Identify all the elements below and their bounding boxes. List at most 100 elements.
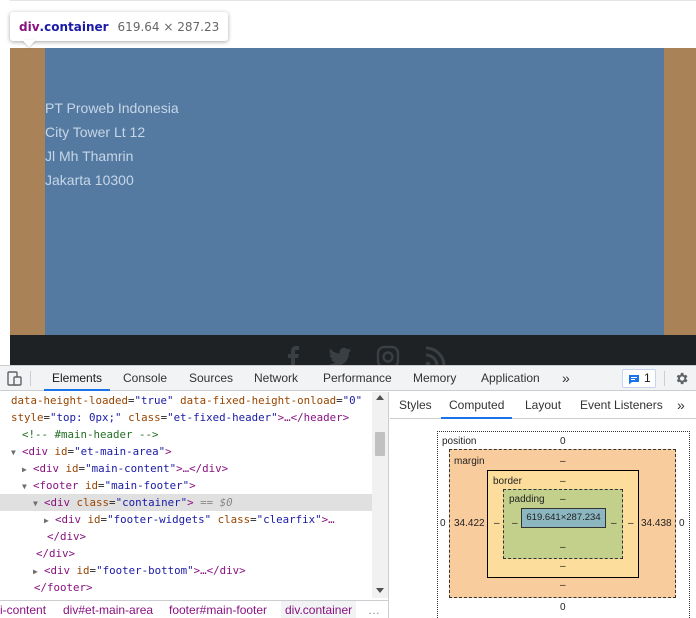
attr-value: "footer-widgets" [107, 513, 212, 526]
code-line-1[interactable]: data-height-loaded="true" data-fixed-hei… [0, 392, 372, 409]
attr-name: class [76, 496, 110, 509]
devtools-panel: Elements Console Sources Network Perform… [0, 365, 696, 618]
box-model-content[interactable]: 619.641×287.234 [521, 508, 606, 528]
settings-gear-icon[interactable] [674, 371, 689, 386]
footer-bottom [10, 335, 696, 365]
tag-close: >…</div> [176, 462, 229, 475]
attr-value: "et-fixed-header" [167, 411, 278, 424]
expand-triangle-icon[interactable]: ▼ [11, 444, 22, 460]
position-label: position [442, 436, 477, 447]
tag-close: >… [321, 513, 335, 526]
scroll-down-arrow-icon[interactable] [376, 588, 384, 593]
address-city: Jakarta 10300 [45, 172, 134, 188]
code-line-2[interactable]: style="top: 0px;" class="et-fixed-header… [0, 409, 372, 426]
padding-bottom-value[interactable]: – [560, 542, 566, 553]
tab-application[interactable]: Application [481, 366, 540, 391]
collapsed-triangle-icon[interactable]: ▶ [44, 512, 55, 528]
attr-value: "et-main-area" [74, 445, 166, 458]
breadcrumb-main-footer[interactable]: footer#main-footer [169, 601, 267, 618]
padding-left-value[interactable]: – [512, 518, 518, 529]
code-line-main-content[interactable]: ▶ <div id="main-content">…</div> [0, 460, 372, 477]
padding-label: padding [509, 494, 545, 505]
breadcrumb: i-content div#et-main-area footer#main-f… [0, 600, 388, 618]
attr-name: class [128, 411, 161, 424]
margin-bottom-value[interactable]: – [560, 580, 566, 591]
border-bottom-value[interactable]: – [560, 561, 566, 572]
padding-top-value[interactable]: – [560, 494, 566, 505]
tab-network[interactable]: Network [254, 366, 298, 391]
tooltip-class: .container [39, 19, 109, 34]
element-tooltip: div .container 619.64 × 287.23 [10, 12, 229, 41]
footer-margin-right [664, 48, 696, 335]
tag-close: </div> [36, 547, 76, 560]
breadcrumb-main-content[interactable]: i-content [0, 601, 46, 618]
position-bottom-value[interactable]: 0 [560, 602, 566, 613]
tab-sources[interactable]: Sources [189, 366, 233, 391]
breadcrumb-container[interactable]: div.container [281, 601, 357, 618]
footer-container-highlight: PT Proweb Indonesia City Tower Lt 12 Jl … [45, 48, 664, 335]
tooltip-tag: div [19, 19, 40, 34]
expand-triangle-icon[interactable]: ▼ [22, 478, 33, 494]
collapsed-triangle-icon[interactable]: ▶ [33, 563, 44, 579]
attr-name: id [54, 445, 68, 458]
border-top-value[interactable]: – [560, 476, 566, 487]
expand-triangle-icon[interactable]: ▼ [33, 495, 44, 511]
attr-name: id [87, 513, 101, 526]
code-line-close-div[interactable]: </div> [0, 545, 372, 562]
tooltip-size: 619.64 × 287.23 [117, 19, 220, 34]
code-line-main-area[interactable]: ▼ <div id="et-main-area"> [0, 443, 372, 460]
attr-name: id [76, 564, 90, 577]
sidebar-more-tabs-button[interactable]: » [677, 392, 685, 419]
address-building: City Tower Lt 12 [45, 124, 146, 140]
position-left-value[interactable]: 0 [440, 518, 446, 529]
attr-value: "main-content" [85, 462, 177, 475]
tag-open: <div [55, 513, 82, 526]
more-tabs-button[interactable]: » [562, 366, 570, 391]
attr-name: data-height-loaded [11, 394, 129, 407]
border-right-value[interactable]: – [628, 518, 634, 529]
tag-open: <div [44, 564, 71, 577]
position-top-value[interactable]: 0 [560, 436, 566, 447]
scroll-up-arrow-icon[interactable] [376, 395, 384, 400]
tab-layout[interactable]: Layout [525, 392, 561, 419]
code-line-container-selected[interactable]: ▼ <div class="container"> == $0 [0, 494, 372, 511]
tab-styles[interactable]: Styles [399, 392, 432, 419]
code-line-close-footer[interactable]: </footer> [0, 579, 372, 596]
rss-icon[interactable] [423, 345, 447, 365]
margin-left-value[interactable]: 34.422 [454, 518, 485, 529]
attr-value: "0" [342, 394, 363, 407]
margin-top-value[interactable]: – [560, 456, 566, 467]
device-toggle-icon[interactable] [7, 371, 23, 386]
breadcrumb-overflow[interactable]: … [368, 601, 380, 618]
tag-close: </footer> [34, 581, 93, 594]
tab-computed[interactable]: Computed [440, 392, 513, 419]
tab-event-listeners[interactable]: Event Listeners [580, 392, 663, 419]
tag-tail: >…</header> [277, 411, 350, 424]
elements-scrollbar[interactable] [372, 392, 388, 598]
attr-name: class [217, 513, 251, 526]
breadcrumb-main-area[interactable]: div#et-main-area [63, 601, 153, 618]
tab-console[interactable]: Console [123, 366, 167, 391]
margin-right-value[interactable]: 34.438 [641, 518, 672, 529]
padding-right-value[interactable]: – [611, 518, 617, 529]
position-right-value[interactable]: 0 [679, 518, 685, 529]
code-line-close-div[interactable]: </div> [0, 528, 372, 545]
tab-performance[interactable]: Performance [323, 366, 392, 391]
border-left-value[interactable]: – [494, 518, 500, 529]
collapsed-triangle-icon[interactable]: ▶ [22, 461, 33, 477]
issues-badge[interactable]: 1 [622, 369, 656, 388]
attr-value: "container" [115, 496, 188, 509]
tab-memory[interactable]: Memory [413, 366, 456, 391]
toolbar-divider [30, 371, 31, 386]
code-line-footer-widgets[interactable]: ▶ <div id="footer-widgets" class="clearfi… [0, 511, 372, 528]
tab-elements[interactable]: Elements [43, 366, 111, 391]
scroll-thumb[interactable] [375, 432, 385, 456]
facebook-icon[interactable] [282, 345, 306, 365]
code-line-comment[interactable]: <!-- #main-header --> [0, 426, 372, 443]
attr-value: "clearfix" [256, 513, 322, 526]
instagram-icon[interactable] [376, 345, 400, 365]
code-line-main-footer[interactable]: ▼ <footer id="main-footer"> [0, 477, 372, 494]
code-line-footer-bottom[interactable]: ▶ <div id="footer-bottom">…</div> [0, 562, 372, 579]
attr-value: "footer-bottom" [96, 564, 194, 577]
twitter-icon[interactable] [328, 345, 352, 365]
